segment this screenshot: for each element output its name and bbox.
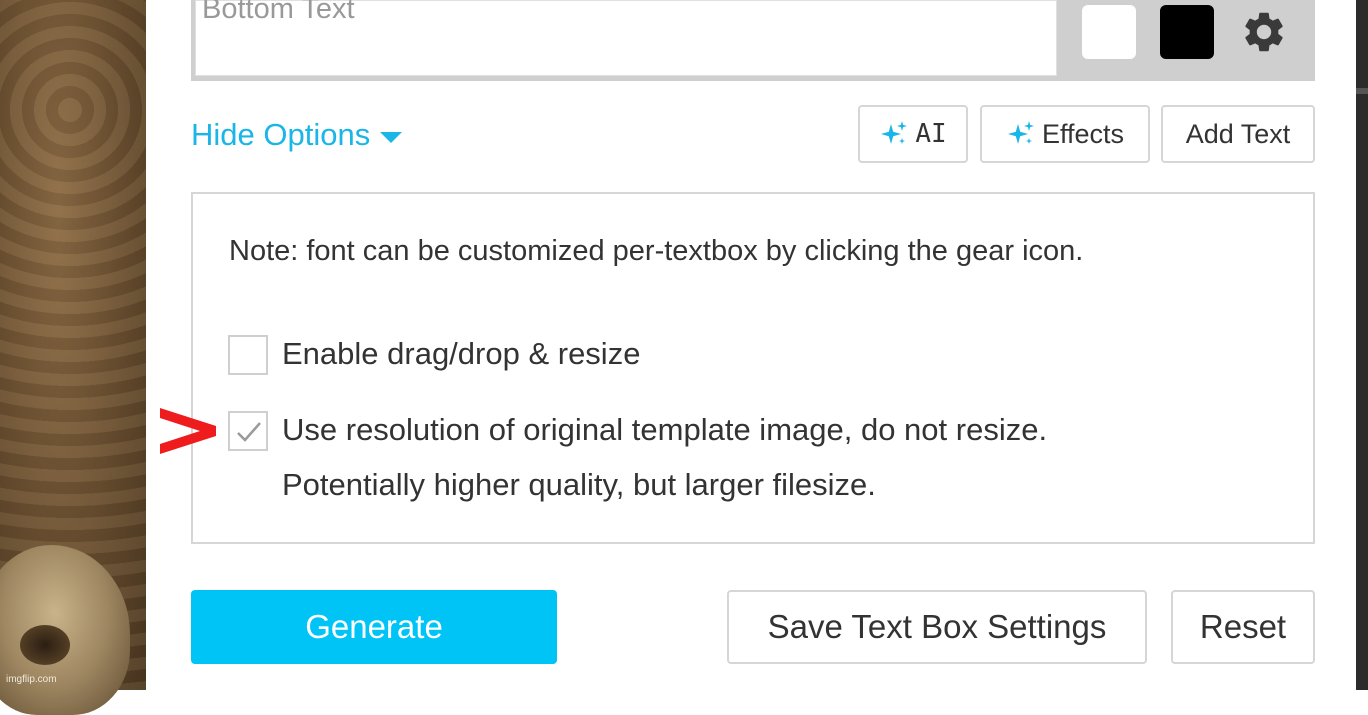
generate-button[interactable]: Generate xyxy=(191,590,557,664)
right-edge-strip xyxy=(1356,0,1368,690)
hide-options-toggle[interactable]: Hide Options xyxy=(191,117,403,153)
text-color-white-swatch[interactable] xyxy=(1082,5,1136,59)
gear-icon[interactable] xyxy=(1240,8,1288,56)
drag-drop-label: Enable drag/drop & resize xyxy=(282,336,641,371)
ai-button[interactable]: AI xyxy=(858,105,968,163)
red-arrow-icon xyxy=(160,408,216,454)
effects-button-label: Effects xyxy=(1041,118,1125,149)
imgflip-watermark: imgflip.com xyxy=(6,674,57,685)
ai-button-label: AI xyxy=(915,119,947,149)
font-note: Note: font can be customized per-textbox… xyxy=(229,235,1084,267)
checkmark-icon xyxy=(237,422,261,442)
add-text-button-label: Add Text xyxy=(1185,118,1291,149)
original-resolution-sublabel: Potentially higher quality, but larger f… xyxy=(282,467,876,502)
sparkle-icon xyxy=(881,121,908,144)
add-text-button[interactable]: Add Text xyxy=(1161,105,1315,163)
save-button-label: Save Text Box Settings xyxy=(767,608,1107,645)
reset-button[interactable]: Reset xyxy=(1171,590,1315,664)
drag-drop-checkbox[interactable] xyxy=(228,335,268,375)
skull-eye-socket xyxy=(20,625,70,665)
reset-button-label: Reset xyxy=(1199,608,1287,645)
bottom-text-placeholder: Bottom Text xyxy=(202,0,355,25)
original-resolution-label: Use resolution of original template imag… xyxy=(282,412,1048,447)
outline-color-black-swatch[interactable] xyxy=(1160,5,1214,59)
generate-button-label: Generate xyxy=(305,608,443,645)
save-text-box-settings-button[interactable]: Save Text Box Settings xyxy=(727,590,1147,664)
background-photo: imgflip.com xyxy=(0,0,146,715)
sparkle-icon xyxy=(1007,121,1034,144)
original-resolution-checkbox[interactable] xyxy=(228,411,268,451)
effects-button[interactable]: Effects xyxy=(980,105,1150,163)
hide-options-label: Hide Options xyxy=(191,117,371,152)
bottom-text-input[interactable]: Bottom Text xyxy=(195,0,1057,76)
caret-down-icon xyxy=(380,131,403,143)
scroll-marker xyxy=(1356,88,1368,94)
